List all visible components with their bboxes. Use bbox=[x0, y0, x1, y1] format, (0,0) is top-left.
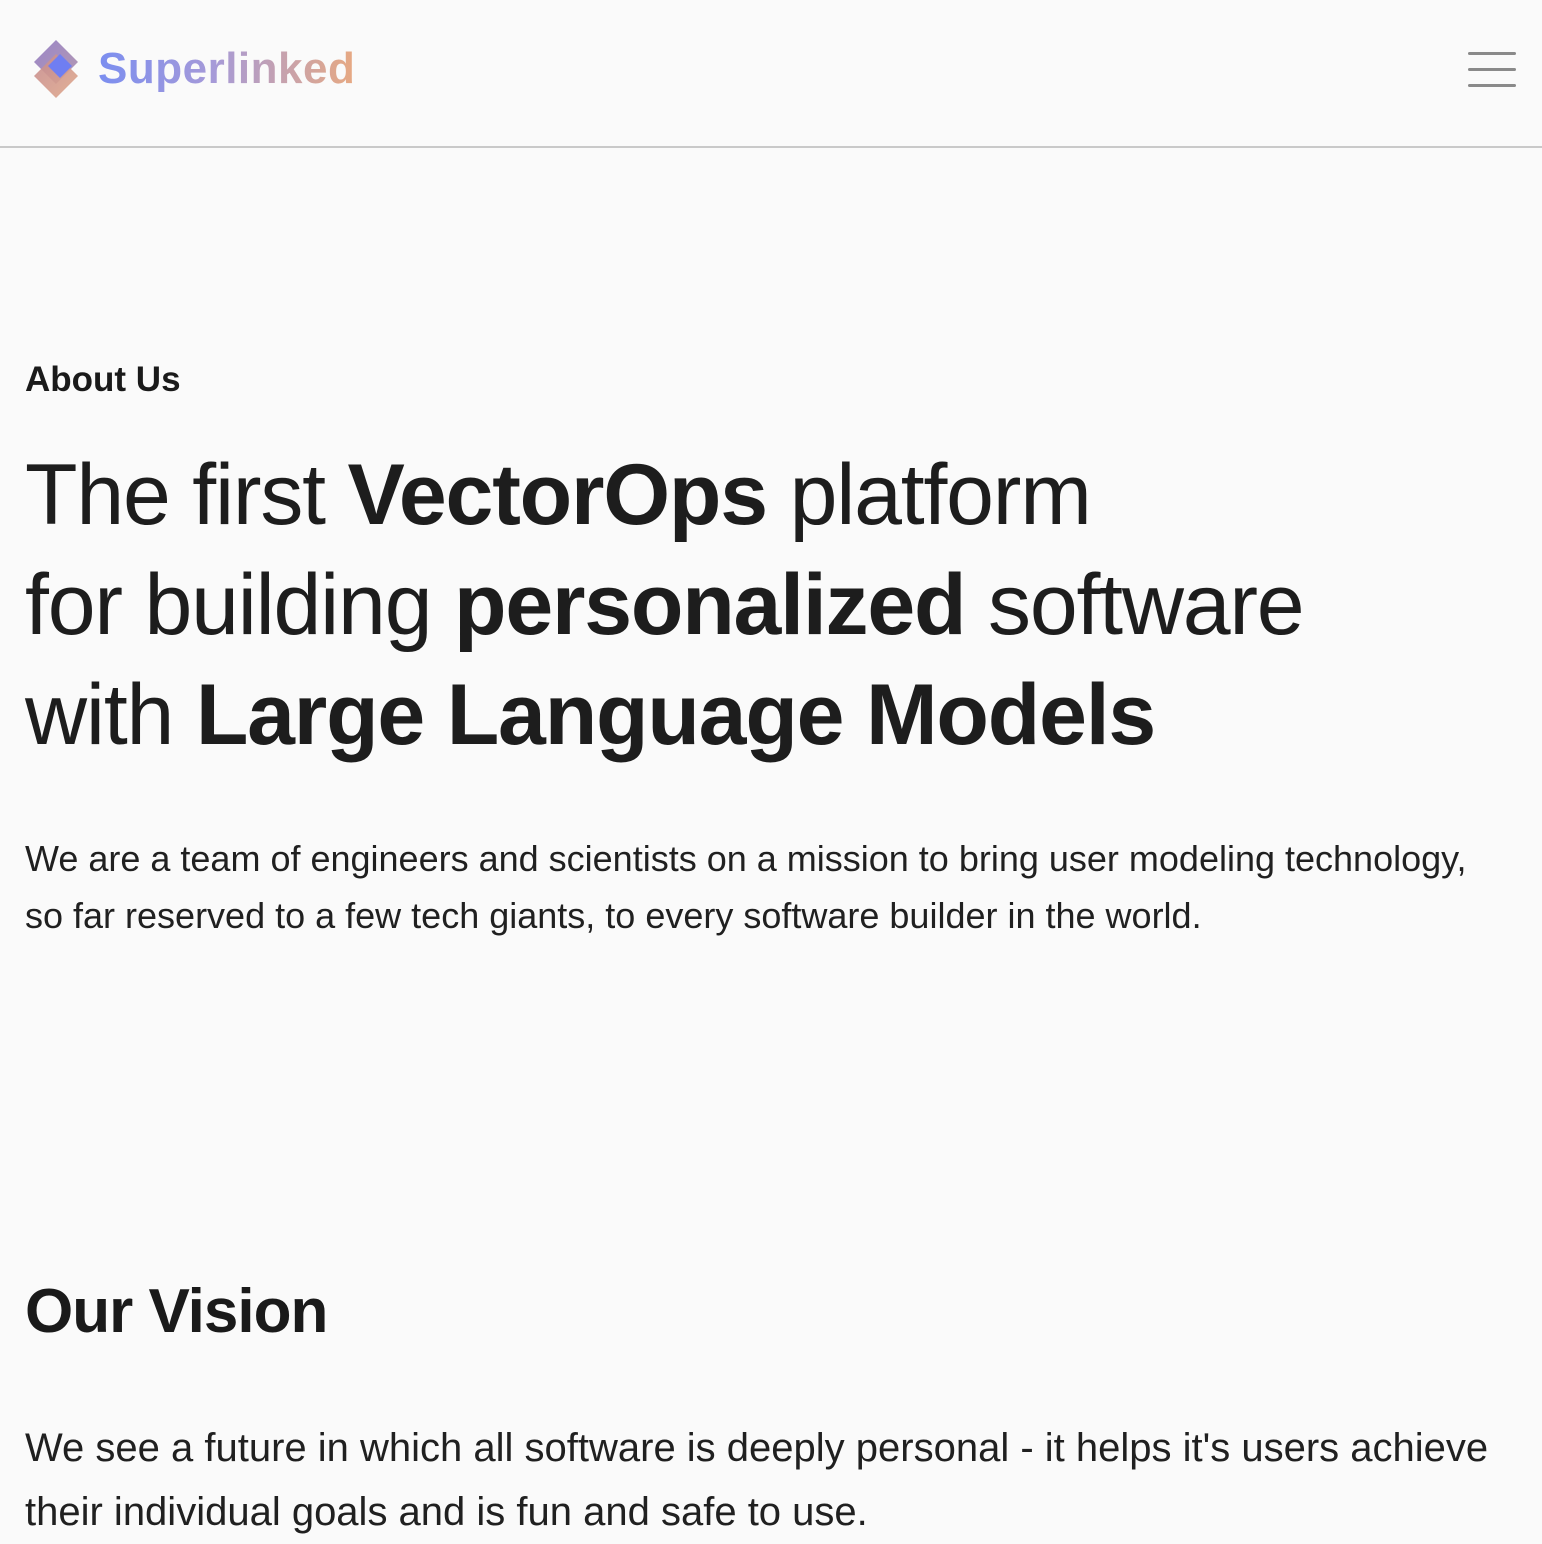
headline-emphasis: Large Language Models bbox=[195, 667, 1156, 763]
superlinked-logo-icon bbox=[34, 40, 78, 98]
headline-text: for building bbox=[25, 557, 455, 653]
menu-bar-top bbox=[1468, 52, 1516, 55]
headline-emphasis: personalized bbox=[454, 557, 967, 653]
vision-title: Our Vision bbox=[25, 1277, 328, 1346]
menu-bar-middle bbox=[1468, 68, 1516, 71]
brand-name: Superlinked bbox=[98, 38, 355, 100]
hamburger-menu-icon[interactable] bbox=[1466, 50, 1518, 90]
menu-bar-bottom bbox=[1468, 84, 1516, 87]
headline-text: platform bbox=[766, 447, 1092, 543]
headline-text: software bbox=[965, 557, 1305, 653]
brand-logo-link[interactable]: Superlinked bbox=[30, 38, 355, 100]
hero-headline: The first VectorOps platform for buildin… bbox=[25, 440, 1305, 770]
headline-text: The first bbox=[25, 447, 348, 543]
about-intro-paragraph: We are a team of engineers and scientist… bbox=[25, 838, 1467, 936]
vision-paragraph: We see a future in which all software is… bbox=[25, 1426, 1489, 1534]
site-header: Superlinked bbox=[0, 0, 1542, 148]
about-us-label: About Us bbox=[25, 360, 181, 399]
headline-emphasis: VectorOps bbox=[347, 447, 769, 543]
headline-text: with bbox=[25, 667, 196, 763]
